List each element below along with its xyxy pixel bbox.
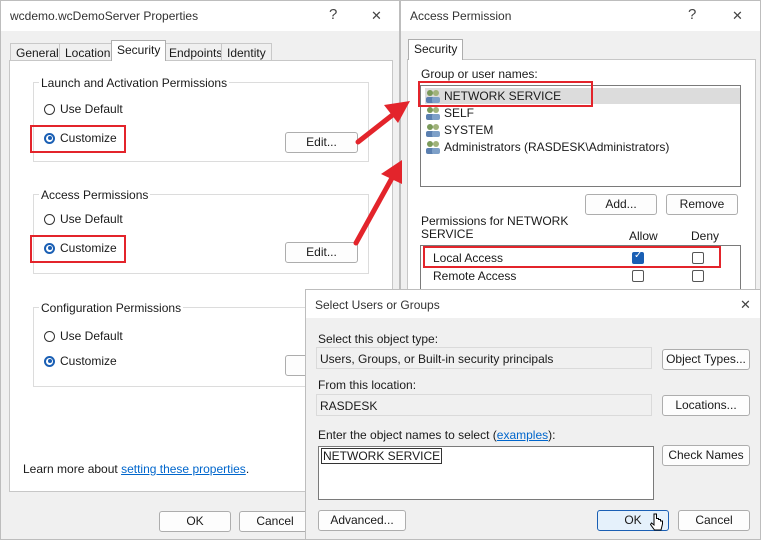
access-permissions-label: Access Permissions xyxy=(39,188,151,202)
list-item[interactable]: Administrators (RASDESK\Administrators) xyxy=(425,139,669,155)
examples-link[interactable]: examples xyxy=(497,428,548,442)
highlight-access-customize xyxy=(30,235,126,263)
deny-column-header: Deny xyxy=(691,229,720,243)
user-name: Administrators (RASDESK\Administrators) xyxy=(444,140,670,154)
location-field: RASDESK xyxy=(316,394,652,416)
add-button[interactable]: Add... xyxy=(585,194,657,215)
launch-use-default-label: Use Default xyxy=(60,102,123,116)
config-customize-label: Customize xyxy=(60,354,117,368)
users-icon xyxy=(426,124,440,137)
config-customize-radio[interactable]: Customize xyxy=(44,353,117,369)
list-item[interactable]: SELF xyxy=(425,105,474,121)
properties-ok-button[interactable]: OK xyxy=(159,511,231,532)
help-icon[interactable]: ? xyxy=(329,6,337,23)
users-icon xyxy=(426,107,440,120)
object-type-field: Users, Groups, or Built-in security prin… xyxy=(316,347,652,369)
config-use-default-label: Use Default xyxy=(60,329,123,343)
access-titlebar: Access Permission ? ✕ xyxy=(401,1,760,31)
close-icon[interactable]: ✕ xyxy=(732,8,743,24)
remote-allow-checkbox[interactable] xyxy=(632,270,644,282)
access-edit-button[interactable]: Edit... xyxy=(285,242,358,263)
tab-general[interactable]: General xyxy=(10,43,65,61)
launch-permissions-label: Launch and Activation Permissions xyxy=(39,76,230,90)
highlight-local-access xyxy=(423,246,721,268)
enter-names-label: Enter the object names to select (exampl… xyxy=(318,428,555,442)
highlight-network-service xyxy=(418,81,593,107)
tab-location[interactable]: Location xyxy=(59,43,117,61)
tab-endpoints[interactable]: Endpoints xyxy=(163,43,229,61)
advanced-button[interactable]: Advanced... xyxy=(318,510,406,531)
remove-button[interactable]: Remove xyxy=(666,194,738,215)
select-titlebar: Select Users or Groups ✕ xyxy=(306,290,760,318)
object-names-value: NETWORK SERVICE xyxy=(321,448,443,464)
perm-remote-access: Remote Access xyxy=(433,269,517,283)
list-item[interactable]: SYSTEM xyxy=(425,122,493,138)
check-names-button[interactable]: Check Names xyxy=(662,445,750,466)
tab-identity[interactable]: Identity xyxy=(221,43,272,61)
group-names-label: Group or user names: xyxy=(421,67,538,81)
properties-title: wcdemo.wcDemoServer Properties xyxy=(10,9,199,23)
learn-more-text: Learn more about setting these propertie… xyxy=(23,462,249,476)
enter-names-suffix: ): xyxy=(548,428,556,442)
user-name: SYSTEM xyxy=(444,123,494,137)
select-users-window: Select Users or Groups ✕ Select this obj… xyxy=(305,289,761,540)
radio-off-icon xyxy=(44,103,55,115)
object-types-button[interactable]: Object Types... xyxy=(662,349,750,370)
config-permissions-label: Configuration Permissions xyxy=(39,301,184,315)
object-type-label: Select this object type: xyxy=(318,332,439,346)
config-use-default-radio[interactable]: Use Default xyxy=(44,328,123,344)
radio-off-icon xyxy=(44,330,55,342)
learn-more-prefix: Learn more about xyxy=(23,462,122,476)
highlight-launch-customize xyxy=(30,125,126,153)
enter-names-prefix: Enter the object names to select ( xyxy=(318,428,497,442)
launch-edit-button[interactable]: Edit... xyxy=(285,132,358,153)
access-use-default-label: Use Default xyxy=(60,212,123,226)
location-label: From this location: xyxy=(318,378,417,392)
mouse-cursor-icon xyxy=(650,513,663,531)
tab-security[interactable]: Security xyxy=(408,39,464,60)
learn-more-suffix: . xyxy=(245,462,250,476)
allow-column-header: Allow xyxy=(629,229,658,243)
radio-off-icon xyxy=(44,213,55,225)
close-icon[interactable]: ✕ xyxy=(371,8,382,24)
object-names-input[interactable]: NETWORK SERVICE xyxy=(318,446,654,500)
tab-security[interactable]: Security xyxy=(111,40,167,61)
locations-button[interactable]: Locations... xyxy=(662,395,750,416)
access-use-default-radio[interactable]: Use Default xyxy=(44,211,123,227)
user-name: SELF xyxy=(444,106,475,120)
access-title: Access Permission xyxy=(410,9,512,23)
learn-more-link[interactable]: setting these properties xyxy=(121,462,246,476)
select-cancel-button[interactable]: Cancel xyxy=(678,510,750,531)
users-icon xyxy=(426,141,440,154)
properties-titlebar: wcdemo.wcDemoServer Properties ? ✕ xyxy=(1,1,399,31)
properties-cancel-button[interactable]: Cancel xyxy=(239,511,311,532)
select-title: Select Users or Groups xyxy=(315,298,440,312)
permissions-for-label: Permissions for NETWORK SERVICE xyxy=(421,214,569,241)
help-icon[interactable]: ? xyxy=(688,6,696,23)
remote-deny-checkbox[interactable] xyxy=(692,270,704,282)
launch-use-default-radio[interactable]: Use Default xyxy=(44,101,123,117)
radio-on-icon xyxy=(44,355,55,367)
close-icon[interactable]: ✕ xyxy=(740,297,751,313)
